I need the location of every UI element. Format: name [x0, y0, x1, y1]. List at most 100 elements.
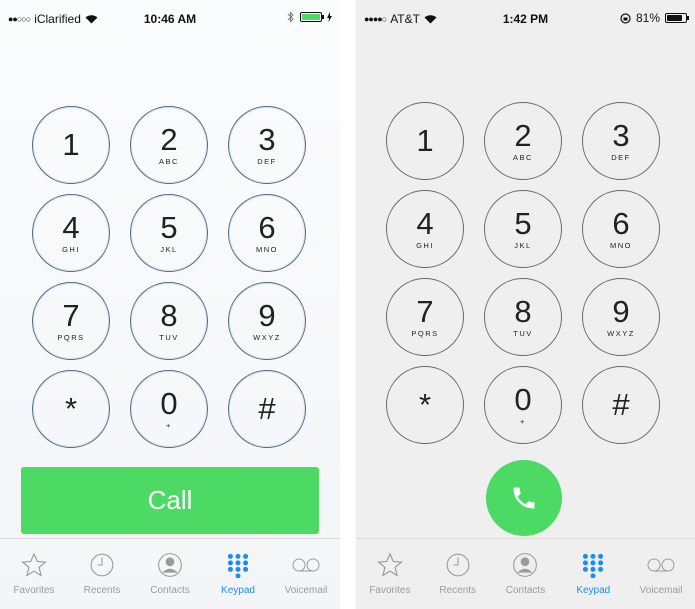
key-digit: 5: [160, 210, 178, 245]
key-letters: PQRS: [57, 333, 85, 342]
key-digit: *: [418, 386, 432, 422]
key-letters: DEF: [611, 153, 631, 162]
keypad-key-2[interactable]: 2 ABC: [130, 106, 208, 184]
key-digit: 4: [62, 210, 80, 245]
tab-keypad[interactable]: Keypad: [560, 539, 626, 609]
tab-icon: [438, 549, 478, 581]
keypad-key-8[interactable]: 8 TUV: [484, 278, 562, 356]
keypad-key-2[interactable]: 2 ABC: [484, 102, 562, 180]
status-right: [287, 11, 332, 23]
tab-voicemail[interactable]: Voicemail: [628, 539, 694, 609]
key-letters: WXYZ: [607, 329, 635, 338]
keypad-icon: [583, 553, 604, 578]
keypad-key-7[interactable]: 7 PQRS: [32, 282, 110, 360]
key-letters: PQRS: [411, 329, 439, 338]
keypad-key-5[interactable]: 5 JKL: [130, 194, 208, 272]
key-digit: 2: [514, 118, 532, 153]
contact-icon: [513, 553, 538, 577]
keypad-key-hash[interactable]: #: [582, 366, 660, 444]
charging-icon: [327, 12, 332, 22]
clock-icon: [90, 553, 114, 577]
key-digit: 3: [258, 122, 276, 157]
status-bar: ●●●●○ AT&T 1:42 PM 81%: [356, 0, 695, 40]
keypad-key-star[interactable]: *: [32, 370, 110, 448]
key-digit: 0: [160, 386, 178, 421]
tab-contacts[interactable]: Contacts: [492, 539, 558, 609]
keypad-key-9[interactable]: 9 WXYZ: [228, 282, 306, 360]
tab-label: Voicemail: [639, 585, 683, 596]
keypad-icon: [227, 553, 249, 578]
status-bar: ●●○○○ iClarified 10:46 AM: [0, 0, 340, 40]
tab-voicemail[interactable]: Voicemail: [273, 539, 339, 609]
keypad-key-3[interactable]: 3 DEF: [582, 102, 660, 180]
battery-percent: 81%: [635, 11, 660, 25]
keypad-key-1[interactable]: 1: [32, 106, 110, 184]
keypad-key-4[interactable]: 4 GHI: [32, 194, 110, 272]
star-icon: [376, 552, 403, 577]
voicemail-icon: [647, 558, 675, 572]
tab-icon: [286, 549, 326, 581]
key-letters: TUV: [159, 333, 179, 342]
key-letters: JKL: [160, 245, 178, 254]
key-letters: ABC: [159, 157, 179, 166]
tab-favorites[interactable]: Favorites: [357, 539, 423, 609]
tab-label: Contacts: [505, 585, 546, 596]
key-letters: WXYZ: [253, 333, 281, 342]
key-letters: +: [166, 421, 172, 430]
keypad-key-star[interactable]: *: [386, 366, 464, 444]
keypad-key-8[interactable]: 8 TUV: [130, 282, 208, 360]
tab-keypad[interactable]: Keypad: [205, 539, 271, 609]
key-digit: 8: [514, 294, 532, 329]
tab-recents[interactable]: Recents: [425, 539, 491, 609]
keypad-key-6[interactable]: 6 MNO: [228, 194, 306, 272]
key-digit: 9: [612, 294, 630, 329]
call-button[interactable]: Call: [21, 467, 319, 534]
key-digit: 7: [416, 294, 434, 329]
tab-icon: [14, 549, 54, 581]
key-digit: 1: [62, 126, 80, 162]
star-icon: [21, 552, 47, 577]
tab-favorites[interactable]: Favorites: [1, 539, 67, 609]
right-phone-screen: ●●●●○ AT&T 1:42 PM 81% 1 2 ABC 3 DEF 4 GHI 5 JKL…: [356, 0, 695, 609]
key-digit: 2: [160, 122, 178, 157]
bluetooth-icon: [287, 11, 294, 23]
tab-bar: Favorites Recents Contacts Keypad Voicemail: [0, 538, 340, 609]
keypad-key-3[interactable]: 3 DEF: [228, 106, 306, 184]
keypad-key-1[interactable]: 1: [386, 102, 464, 180]
key-digit: 6: [258, 210, 276, 245]
rotation-lock-icon: [620, 12, 631, 24]
tab-icon: [505, 549, 545, 581]
tab-label: Recents: [439, 585, 477, 596]
key-letters: GHI: [416, 241, 434, 250]
keypad-key-4[interactable]: 4 GHI: [386, 190, 464, 268]
tab-icon: [370, 549, 410, 581]
tab-icon: [641, 549, 681, 581]
phone-icon: [513, 487, 535, 509]
tab-contacts[interactable]: Contacts: [137, 539, 203, 609]
key-letters: TUV: [513, 329, 533, 338]
key-digit: *: [64, 390, 78, 426]
voicemail-icon: [292, 558, 320, 572]
call-button[interactable]: [486, 460, 562, 536]
keypad-key-0[interactable]: 0 +: [484, 366, 562, 444]
key-digit: 1: [416, 122, 434, 158]
key-letters: JKL: [514, 241, 532, 250]
keypad-key-6[interactable]: 6 MNO: [582, 190, 660, 268]
key-letters: MNO: [610, 241, 632, 250]
tab-recents[interactable]: Recents: [69, 539, 135, 609]
keypad-key-5[interactable]: 5 JKL: [484, 190, 562, 268]
keypad-key-hash[interactable]: #: [228, 370, 306, 448]
contact-icon: [158, 553, 182, 577]
key-digit: 6: [612, 206, 630, 241]
keypad-key-7[interactable]: 7 PQRS: [386, 278, 464, 356]
keypad-key-0[interactable]: 0 +: [130, 370, 208, 448]
tab-bar: Favorites Recents Contacts Keypad Voicemail: [356, 538, 695, 609]
tab-label: Recents: [83, 585, 121, 596]
tab-label: Favorites: [369, 585, 411, 596]
clock-icon: [446, 553, 470, 577]
keypad-key-9[interactable]: 9 WXYZ: [582, 278, 660, 356]
battery-icon: [665, 13, 689, 23]
key-letters: DEF: [257, 157, 277, 166]
key-digit: 4: [416, 206, 434, 241]
key-digit: 3: [612, 118, 630, 153]
